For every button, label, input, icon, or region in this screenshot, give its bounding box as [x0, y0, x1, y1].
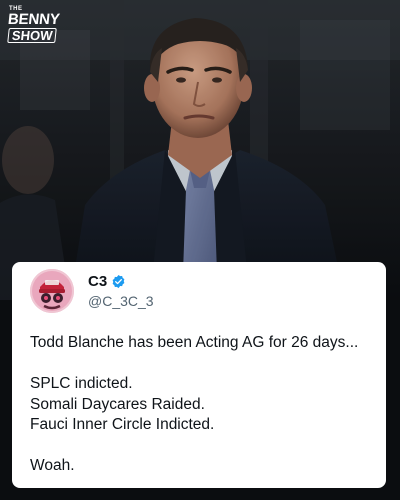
post-line: Todd Blanche has been Acting AG for 26 d…: [30, 334, 359, 351]
avatar-image: [30, 269, 74, 313]
avatar[interactable]: [30, 269, 74, 313]
user-handle[interactable]: @C_3C_3: [88, 293, 154, 309]
post-card: C3 @C_3C_3 Todd Blanche has been Acting …: [12, 262, 386, 488]
display-name[interactable]: C3: [88, 273, 107, 290]
post-line: Woah.: [30, 457, 75, 474]
post-line: Fauci Inner Circle Indicted.: [30, 416, 215, 433]
photo-illustration: [0, 0, 400, 300]
post-text: Todd Blanche has been Acting AG for 26 d…: [30, 333, 375, 477]
post-line: SPLC indicted.: [30, 375, 133, 392]
logo-benny-text: BENNY: [7, 11, 61, 28]
brand-logo: THE BENNY SHOW: [7, 6, 61, 44]
logo-show-text: SHOW: [7, 28, 58, 43]
author-row: C3: [88, 273, 126, 290]
verified-badge-icon: [112, 274, 125, 289]
header-photo: THE BENNY SHOW: [0, 0, 400, 300]
post-line: Somali Daycares Raided.: [30, 395, 205, 413]
